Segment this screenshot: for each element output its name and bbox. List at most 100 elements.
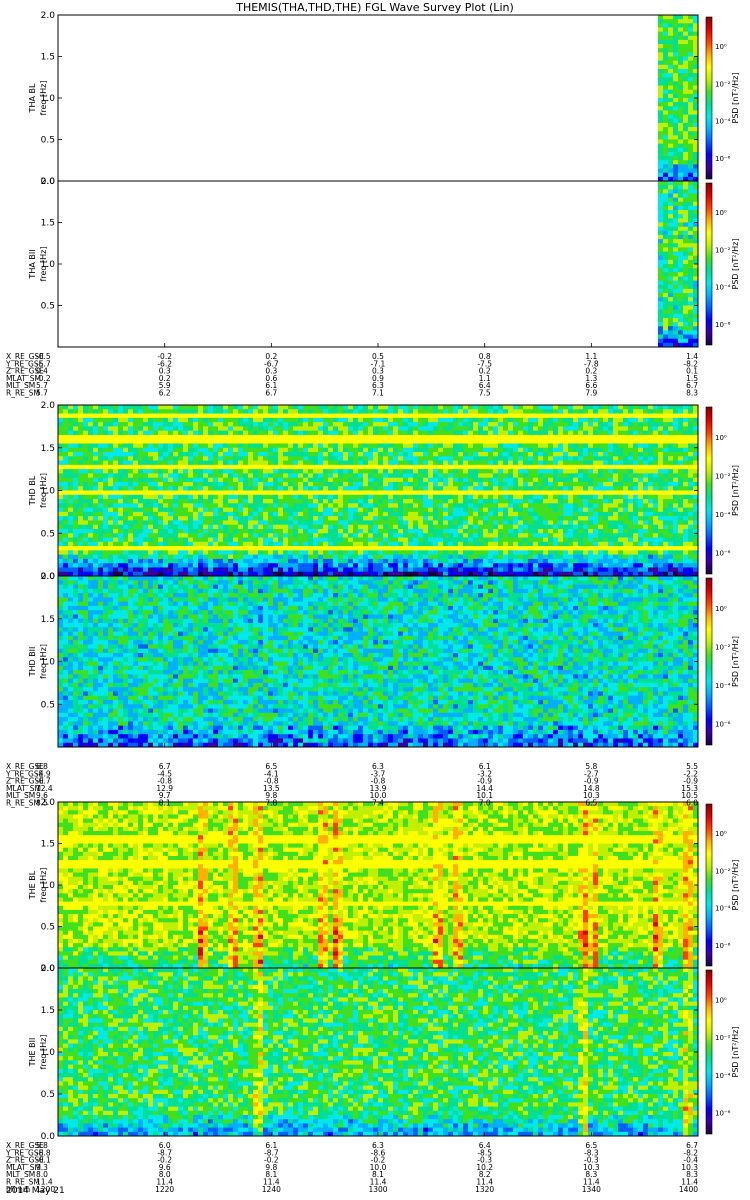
heatmap-cell bbox=[588, 533, 594, 538]
heatmap-cell bbox=[678, 73, 684, 78]
heatmap-cell bbox=[318, 413, 324, 419]
heatmap-cell bbox=[323, 558, 329, 564]
heatmap-cell bbox=[118, 507, 124, 513]
heatmap-cell bbox=[363, 417, 369, 423]
heatmap-cell bbox=[453, 439, 459, 444]
heatmap-cell bbox=[528, 507, 534, 513]
heatmap-cell bbox=[123, 550, 129, 556]
heatmap-cell bbox=[203, 494, 209, 500]
heatmap-cell bbox=[683, 27, 689, 32]
heatmap-cell bbox=[128, 546, 134, 551]
heatmap-cell bbox=[663, 118, 669, 124]
heatmap-cell bbox=[218, 524, 224, 530]
heatmap-cell bbox=[518, 520, 524, 526]
heatmap-cell bbox=[658, 89, 664, 95]
heatmap-cell bbox=[108, 469, 114, 474]
heatmap-cell bbox=[663, 64, 669, 70]
heatmap-cell bbox=[238, 447, 244, 453]
heatmap-cell bbox=[408, 546, 414, 551]
heatmap-cell bbox=[668, 93, 674, 99]
heatmap-cell bbox=[678, 19, 684, 24]
heatmap-cell bbox=[88, 537, 94, 543]
heatmap-cell bbox=[323, 486, 329, 491]
heatmap-cell bbox=[663, 309, 669, 315]
heatmap-cell bbox=[178, 516, 184, 521]
heatmap-cell bbox=[98, 567, 104, 573]
heatmap-cell bbox=[163, 490, 169, 496]
heatmap-cell bbox=[278, 554, 284, 560]
heatmap-cell bbox=[353, 554, 359, 560]
heatmap-cell bbox=[503, 541, 509, 547]
heatmap-cell bbox=[443, 456, 449, 461]
heatmap-cell bbox=[238, 486, 244, 491]
heatmap-cell bbox=[308, 554, 314, 560]
heatmap-cell bbox=[113, 563, 119, 568]
heatmap-cell bbox=[328, 554, 334, 560]
heatmap-cell bbox=[433, 405, 439, 410]
heatmap-cell bbox=[443, 511, 449, 517]
heatmap-cell bbox=[88, 447, 94, 453]
heatmap-cell bbox=[93, 464, 99, 470]
heatmap-cell bbox=[233, 477, 239, 483]
heatmap-cell bbox=[563, 434, 569, 440]
heatmap-cell bbox=[188, 434, 194, 440]
heatmap-cell bbox=[263, 464, 269, 470]
heatmap-cell bbox=[313, 537, 319, 543]
heatmap-cell bbox=[78, 434, 84, 440]
heatmap-cell bbox=[658, 255, 664, 261]
heatmap-cell bbox=[358, 469, 364, 474]
heatmap-cell bbox=[193, 413, 199, 419]
heatmap-cell bbox=[463, 464, 469, 470]
heatmap-cell bbox=[488, 528, 494, 534]
heatmap-cell bbox=[128, 417, 134, 423]
heatmap-cell bbox=[508, 422, 514, 427]
heatmap-cell bbox=[463, 507, 469, 513]
heatmap-cell bbox=[233, 558, 239, 564]
heatmap-cell bbox=[673, 272, 679, 277]
heatmap-cell bbox=[463, 422, 469, 427]
heatmap-cell bbox=[408, 430, 414, 436]
heatmap-cell bbox=[433, 413, 439, 419]
heatmap-cell bbox=[168, 528, 174, 534]
heatmap-cell bbox=[348, 507, 354, 513]
heatmap-cell bbox=[508, 409, 514, 414]
heatmap-cell bbox=[663, 214, 669, 219]
heatmap-cell bbox=[658, 44, 664, 49]
heatmap-cell bbox=[508, 533, 514, 538]
heatmap-cell bbox=[398, 554, 404, 560]
heatmap-cell bbox=[213, 439, 219, 444]
heatmap-cell bbox=[68, 494, 74, 500]
heatmap-cell bbox=[658, 151, 664, 157]
heatmap-cell bbox=[678, 317, 684, 323]
heatmap-cell bbox=[183, 503, 189, 508]
heatmap-cell bbox=[258, 507, 264, 513]
heatmap-cell bbox=[388, 430, 394, 436]
heatmap-cell bbox=[343, 520, 349, 526]
heatmap-cell bbox=[358, 426, 364, 432]
heatmap-cell bbox=[533, 456, 539, 461]
heatmap-cell bbox=[663, 164, 669, 169]
heatmap-cell bbox=[463, 469, 469, 474]
heatmap-cell bbox=[333, 473, 339, 479]
heatmap-cell bbox=[108, 528, 114, 534]
heatmap-cell bbox=[148, 533, 154, 538]
heatmap-cell bbox=[198, 490, 204, 496]
heatmap-cell bbox=[548, 473, 554, 479]
heatmap-cell bbox=[228, 486, 234, 491]
heatmap-cell bbox=[368, 452, 374, 457]
heatmap-cell bbox=[158, 567, 164, 573]
heatmap-cell bbox=[453, 558, 459, 564]
heatmap-cell bbox=[588, 452, 594, 457]
heatmap-cell bbox=[343, 528, 349, 534]
heatmap-cell bbox=[383, 460, 389, 466]
heatmap-cell bbox=[298, 477, 304, 483]
heatmap-cell bbox=[203, 490, 209, 496]
heatmap-cell bbox=[228, 503, 234, 508]
heatmap-cell bbox=[188, 409, 194, 414]
heatmap-cell bbox=[293, 494, 299, 500]
heatmap-cell bbox=[218, 426, 224, 432]
heatmap-cell bbox=[123, 528, 129, 534]
heatmap-cell bbox=[88, 490, 94, 496]
heatmap-cell bbox=[88, 452, 94, 457]
heatmap-cell bbox=[673, 106, 679, 111]
